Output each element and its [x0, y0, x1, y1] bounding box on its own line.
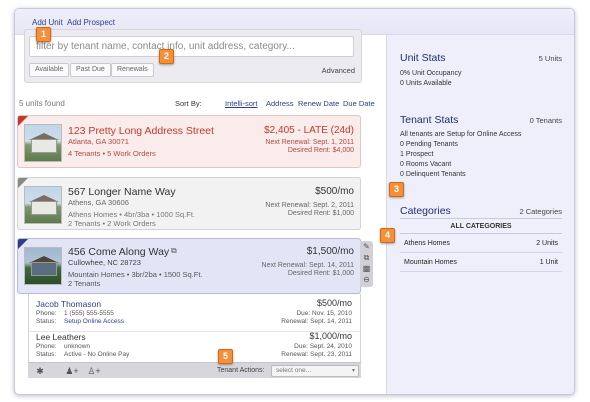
- unit-address[interactable]: 456 Come Along Way: [68, 246, 169, 258]
- desired-rent: Desired Rent: $1,000: [287, 270, 354, 277]
- unit-meta: 4 Tenants • 5 Work Orders: [68, 149, 156, 158]
- tenant-stat-line: 1 Prospect: [400, 151, 434, 158]
- unit-city: Atlanta, GA 30071: [68, 137, 129, 146]
- next-renewal: Next Renewal: Sept. 1, 2011: [265, 139, 354, 146]
- copy-icon[interactable]: ⧉: [171, 246, 177, 256]
- tenant-due: Due: Nov. 15, 2010: [296, 310, 352, 317]
- category-name: Mountain Homes: [404, 259, 457, 266]
- tenant-stat-line: 0 Rooms Vacant: [400, 161, 452, 168]
- tenant-stat-line: 0 Delinquent Tenants: [400, 171, 466, 178]
- tenant-phone: Phone: 1 (555) 555-5555: [36, 310, 114, 317]
- category-row[interactable]: Mountain Homes 1 Unit: [400, 254, 562, 272]
- sort-renew-date-link[interactable]: Renew Date: [298, 99, 339, 108]
- callout-badge: 3: [389, 182, 404, 197]
- tenant-stat-line: 0 Pending Tenants: [400, 141, 458, 148]
- callout-badge: 4: [380, 228, 395, 243]
- unit-meta: Mountain Homes • 3br/2ba • 1500 Sq.Ft.: [68, 270, 203, 279]
- tenant-renewal: Renewal: Sept. 23, 2011: [281, 351, 352, 358]
- desired-rent: Desired Rent: $4,000: [287, 147, 354, 154]
- category-count: 2 Units: [536, 240, 558, 247]
- tenant-status: Status: Active - No Online Pay: [36, 351, 130, 358]
- next-renewal: Next Renewal: Sept. 2, 2011: [265, 202, 354, 209]
- tenant-stat-line: All tenants are Setup for Online Access: [400, 131, 522, 138]
- tenant-status: Status: Setup Online Access: [36, 318, 124, 325]
- callout-badge: 1: [36, 27, 51, 42]
- unit-card[interactable]: 567 Longer Name Way Athens, GA 30606 Ath…: [17, 177, 361, 230]
- unit-price: $1,500/mo: [306, 246, 354, 257]
- tenant-renewal: Renewal: Sept. 14, 2011: [281, 318, 352, 325]
- category-row[interactable]: Athens Homes 2 Units: [400, 235, 562, 253]
- category-count: 1 Unit: [539, 259, 558, 266]
- add-unit-link[interactable]: Add Unit: [32, 18, 63, 27]
- tenant-rent: $500/mo: [316, 298, 352, 308]
- unit-card[interactable]: 123 Pretty Long Address Street Atlanta, …: [17, 115, 361, 168]
- callout-badge: 5: [218, 349, 233, 364]
- sort-address-link[interactable]: Address: [266, 99, 294, 108]
- unit-tools: ✎ ⧉ ▩ ⊖: [360, 241, 373, 287]
- tenant-name[interactable]: Jacob Thomason: [36, 299, 101, 309]
- unit-stats-count: 5 Units: [538, 54, 562, 63]
- add-prospect-icon[interactable]: ♙+: [86, 365, 102, 377]
- sort-by-label: Sort By:: [175, 99, 202, 108]
- tenant-actions-select[interactable]: select one... ▾: [271, 365, 359, 377]
- categories-count: 2 Categories: [519, 207, 562, 216]
- unit-card-selected[interactable]: 456 Come Along Way ⧉ Cullowhee, NC 28723…: [17, 238, 361, 294]
- unit-stats-title: Unit Stats: [400, 52, 446, 64]
- copy-icon[interactable]: ⧉: [360, 252, 373, 263]
- callout-badge: 2: [159, 49, 174, 64]
- unit-stat-line: 0 Units Available: [400, 80, 452, 87]
- setup-online-access-link[interactable]: Setup Online Access: [64, 318, 124, 325]
- advanced-search-link[interactable]: Advanced: [322, 66, 355, 75]
- unit-meta: 2 Tenants: [68, 279, 101, 288]
- tenant-phone: Phone: unknown: [36, 343, 91, 350]
- search-panel: Available Past Due Renewals Advanced: [24, 29, 362, 83]
- search-input[interactable]: [29, 36, 354, 57]
- edit-icon[interactable]: ✎: [360, 241, 373, 252]
- remove-icon[interactable]: ⊖: [360, 274, 373, 285]
- all-categories-header[interactable]: ALL CATEGORIES: [400, 223, 562, 230]
- unit-meta: 2 Tenants • 2 Work Orders: [68, 219, 156, 228]
- dropdown-arrow-icon: ▾: [351, 368, 355, 374]
- tenant-row[interactable]: Lee Leathers Phone: unknown Status: Active…: [29, 327, 360, 365]
- tenant-name[interactable]: Lee Leathers: [36, 332, 86, 342]
- unit-city: Athens, GA 30606: [68, 198, 129, 207]
- unit-address[interactable]: 567 Longer Name Way: [68, 186, 176, 198]
- divider: [400, 218, 562, 219]
- unit-meta: Athens Homes • 4br/3ba • 1000 Sq.Ft.: [68, 210, 195, 219]
- tenant-stats-count: 0 Tenants: [529, 116, 562, 125]
- star-icon[interactable]: ✱: [32, 365, 48, 377]
- category-name: Athens Homes: [404, 240, 450, 247]
- add-tenant-icon[interactable]: ♟+: [64, 365, 80, 377]
- sort-due-date-link[interactable]: Due Date: [343, 99, 375, 108]
- add-prospect-link[interactable]: Add Prospect: [67, 18, 115, 27]
- unit-photo[interactable]: [24, 124, 62, 162]
- unit-price: $2,405 - LATE (24d): [264, 125, 354, 136]
- sort-intelli-link[interactable]: Intelli-sort: [225, 99, 258, 108]
- tenant-rent: $1,000/mo: [309, 331, 352, 341]
- folder-icon[interactable]: ▩: [360, 263, 373, 274]
- unit-photo[interactable]: [24, 186, 62, 224]
- desired-rent: Desired Rent: $1,000: [287, 210, 354, 217]
- unit-price: $500/mo: [315, 186, 354, 197]
- categories-title: Categories: [400, 205, 451, 217]
- unit-address[interactable]: 123 Pretty Long Address Street: [68, 125, 214, 137]
- filter-available-button[interactable]: Available: [29, 63, 70, 77]
- tenant-actions-bar: ✱ ♟+ ♙+ Tenant Actions: select one... ▾: [28, 362, 361, 378]
- filter-renewals-button[interactable]: Renewals: [111, 63, 154, 77]
- units-count-label: 5 units found: [19, 99, 65, 108]
- divider: [400, 233, 562, 234]
- tenant-stats-title: Tenant Stats: [400, 114, 459, 126]
- unit-city: Cullowhee, NC 28723: [68, 258, 141, 267]
- unit-stat-line: 0% Unit Occupancy: [400, 70, 462, 77]
- filter-past-due-button[interactable]: Past Due: [70, 63, 111, 77]
- tenant-due: Due: Sept. 24, 2010: [294, 343, 352, 350]
- unit-photo[interactable]: [24, 247, 62, 285]
- next-renewal: Next Renewal: Sept. 14, 2011: [261, 262, 354, 269]
- tenant-actions-label: Tenant Actions:: [217, 367, 265, 374]
- stats-panel: Unit Stats 5 Units 0% Unit Occupancy 0 U…: [386, 35, 574, 394]
